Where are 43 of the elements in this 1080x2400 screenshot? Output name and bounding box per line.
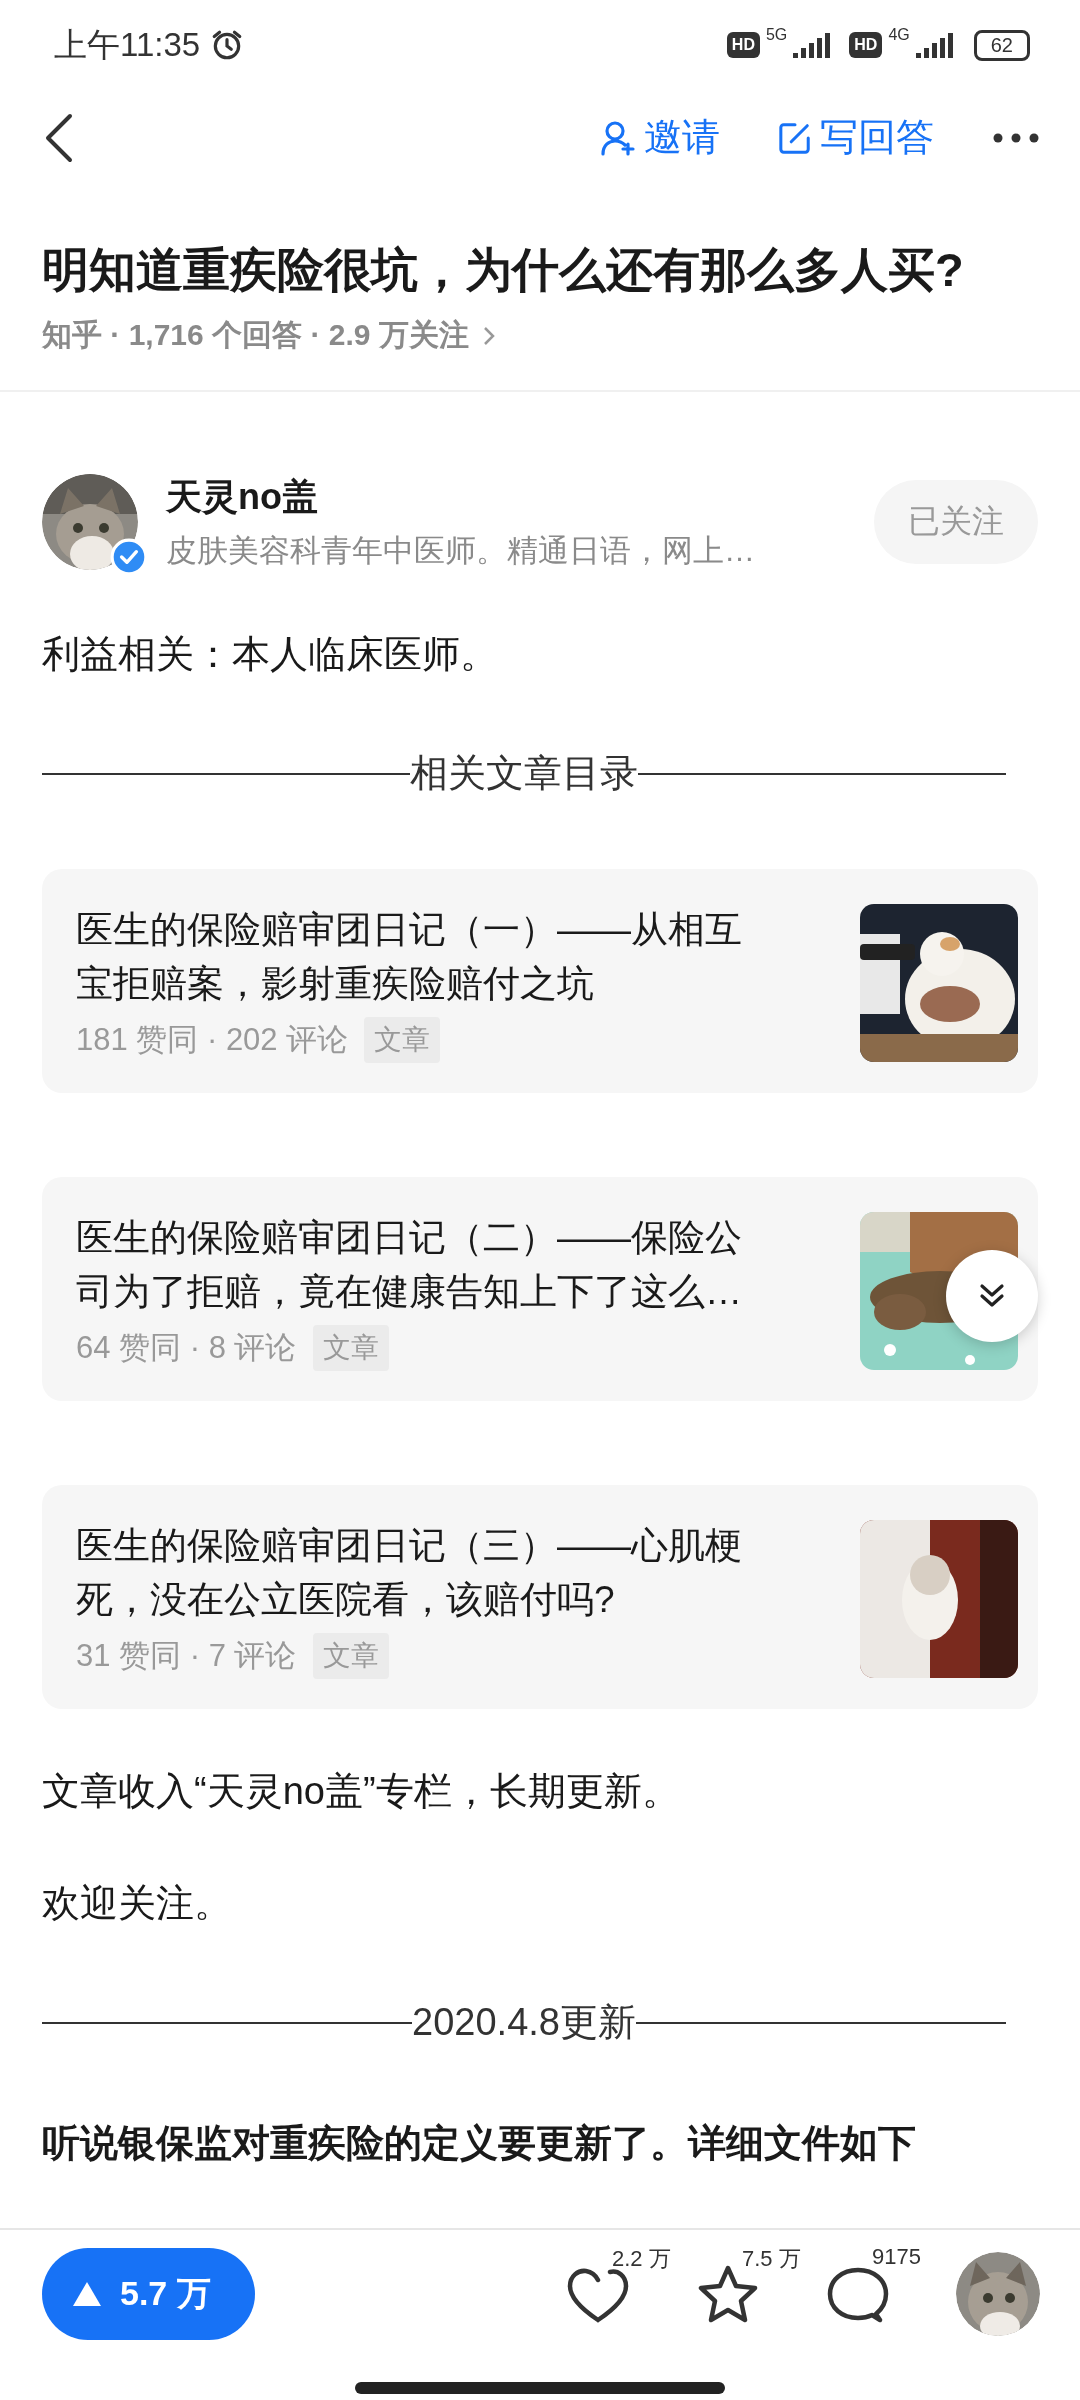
- article-card[interactable]: 医生的保险赔审团日记（一）——从相互宝拒赔案，影射重疾险赔付之坑 181 赞同 · 202 评论 文章: [42, 869, 1038, 1093]
- section-heading: 相关文章目录: [410, 751, 638, 796]
- article-card[interactable]: 医生的保险赔审团日记（二）——保险公司为了拒赔，竟在健康告知上下了这么… 64 赞同 · 8 评论 文章: [42, 1177, 1038, 1401]
- action-count: 2.2 万: [612, 2245, 671, 2273]
- article-tag: 文章: [312, 1633, 389, 1679]
- article-stats: 64 赞同 · 8 评论: [76, 1329, 297, 1367]
- edit-icon: [778, 120, 812, 155]
- paragraph: 文章收入“天灵no盖”专栏，长期更新。: [42, 1769, 681, 1814]
- article-title: 医生的保险赔审团日记（二）——保险公司为了拒赔，竟在健康告知上下了这么…: [76, 1216, 743, 1314]
- author-bio: 皮肤美容科青年中医师。精通日语，网上…: [166, 531, 756, 570]
- triangle-up-icon: [72, 2281, 102, 2307]
- network-type: 5G: [765, 26, 788, 44]
- hd-badge: HD: [849, 32, 883, 58]
- article-tag: 文章: [364, 1017, 441, 1063]
- chevron-right-icon[interactable]: [482, 325, 495, 346]
- article-card[interactable]: 医生的保险赔审团日记（三）——心肌梗死，没在公立医院看，该赔付吗? 31 赞同 · 7 评论 文章: [42, 1485, 1038, 1709]
- follow-button[interactable]: 已关注: [874, 480, 1038, 564]
- network-type: 4G: [888, 26, 910, 44]
- article-stats: 181 赞同 · 202 评论: [76, 1021, 349, 1059]
- article-title: 医生的保险赔审团日记（一）——从相互宝拒赔案，影射重疾险赔付之坑: [76, 908, 743, 1006]
- question-title: 明知道重疾险很坑，为什么还有那么多人买?: [42, 242, 965, 298]
- paragraph: 欢迎关注。: [42, 1881, 233, 1926]
- signal-icon: [915, 30, 956, 60]
- action-count: 9175: [872, 2244, 921, 2270]
- write-answer-button[interactable]: 写回答: [778, 112, 934, 163]
- article-title: 医生的保险赔审团日记（三）——心肌梗死，没在公立医院看，该赔付吗?: [76, 1524, 743, 1622]
- status-time: 上午11:35: [54, 24, 201, 65]
- action-count: 7.5 万: [742, 2245, 801, 2273]
- battery-indicator: 62: [973, 29, 1030, 61]
- article-tag: 文章: [312, 1325, 389, 1371]
- paragraph: 听说银保监对重疾险的定义要更新了。详细文件如下: [42, 2121, 917, 2166]
- invite-button[interactable]: 邀请: [600, 112, 720, 163]
- more-icon[interactable]: [992, 131, 1040, 144]
- back-icon[interactable]: [44, 112, 74, 163]
- star-icon[interactable]: [696, 2264, 760, 2324]
- article-stats: 31 赞同 · 7 评论: [76, 1637, 297, 1675]
- hd-badge: HD: [726, 32, 760, 58]
- upvote-button[interactable]: 5.7 万: [42, 2248, 255, 2340]
- paragraph: 利益相关：本人临床医师。: [42, 632, 499, 677]
- person-add-icon: [600, 119, 636, 156]
- author-name[interactable]: 天灵no盖: [166, 472, 318, 522]
- section-heading: 2020.4.8更新: [412, 2000, 636, 2045]
- question-stats[interactable]: 知乎 · 1,716 个回答 · 2.9 万关注: [42, 315, 469, 356]
